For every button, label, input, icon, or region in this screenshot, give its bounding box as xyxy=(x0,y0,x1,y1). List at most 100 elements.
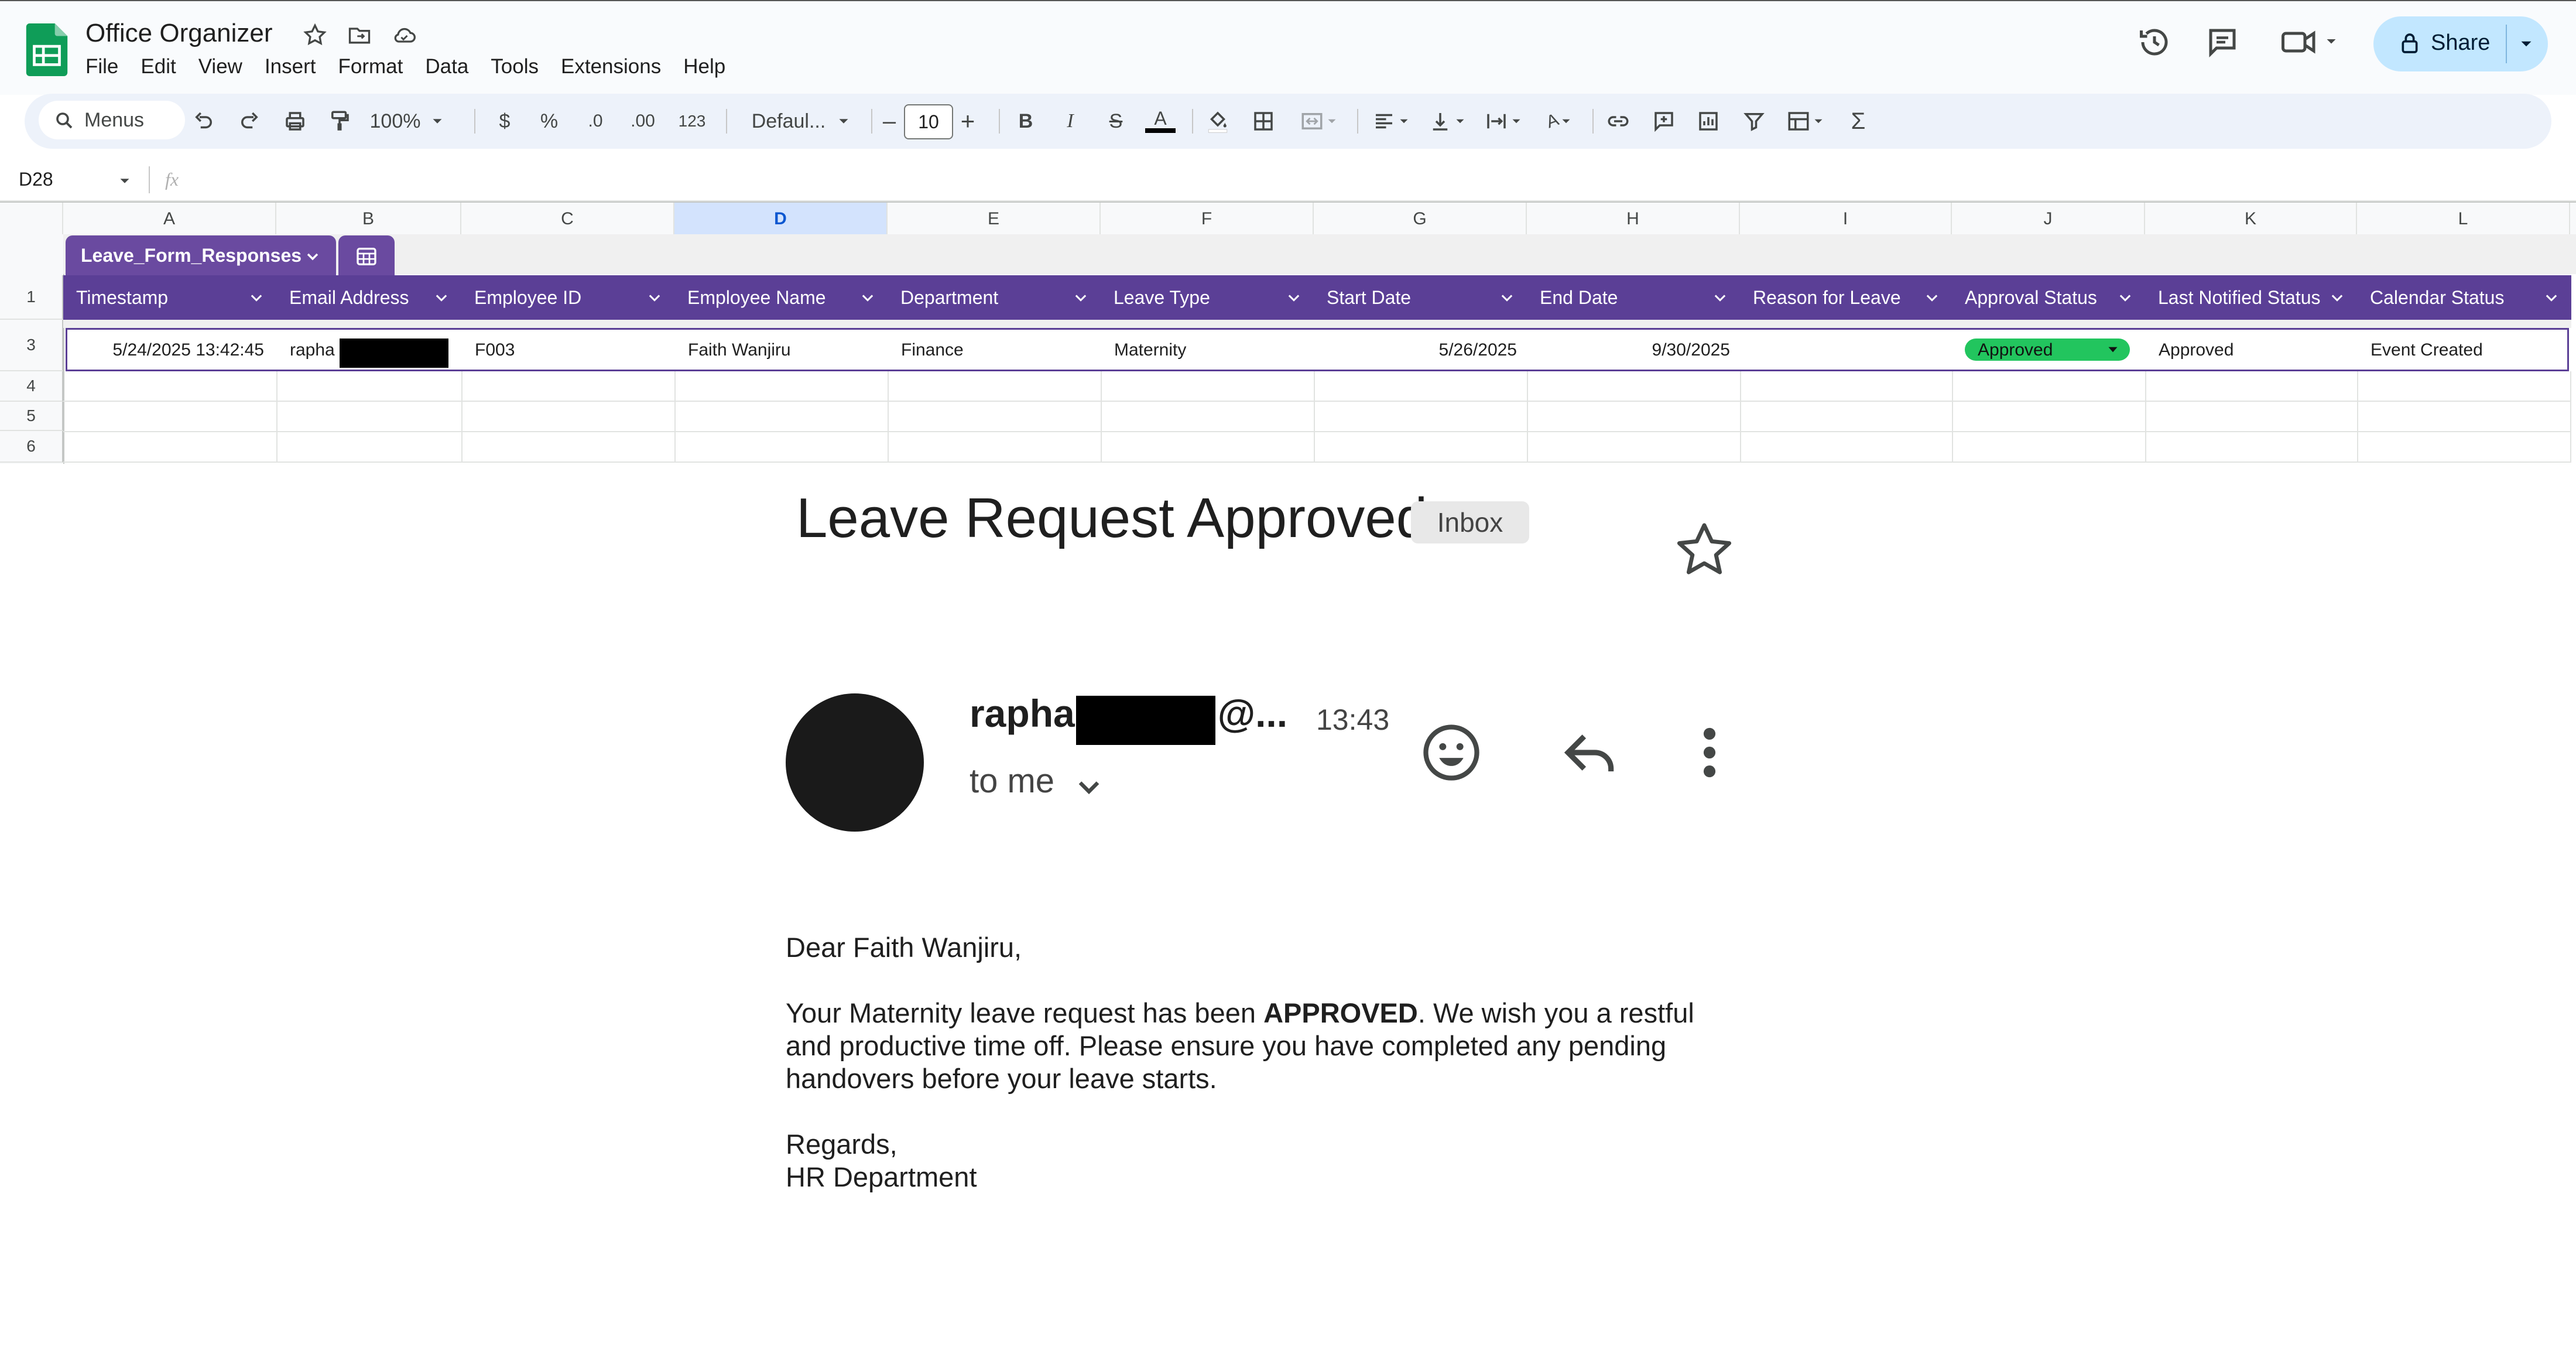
menu-edit[interactable]: Edit xyxy=(141,55,176,78)
menu-extensions[interactable]: Extensions xyxy=(561,55,661,78)
header-email-address[interactable]: Email Address xyxy=(276,275,461,320)
borders-button[interactable] xyxy=(1246,107,1281,136)
cell-end-date[interactable]: 9/30/2025 xyxy=(1529,330,1742,371)
name-box[interactable]: D28 xyxy=(19,169,53,190)
merge-cells-button[interactable] xyxy=(1290,107,1349,136)
chevron-down-icon[interactable] xyxy=(248,289,265,306)
horizontal-align-button[interactable] xyxy=(1365,107,1418,136)
menu-help[interactable]: Help xyxy=(683,55,725,78)
table-view-button[interactable] xyxy=(1780,107,1832,136)
cell-department[interactable]: Finance xyxy=(889,330,1102,371)
chevron-down-icon[interactable] xyxy=(1924,289,1940,306)
header-timestamp[interactable]: Timestamp xyxy=(63,275,276,320)
cloud-status-icon[interactable] xyxy=(391,22,417,48)
chevron-down-icon[interactable] xyxy=(433,289,450,306)
column-header-k[interactable]: K xyxy=(2145,203,2357,235)
sheets-logo-icon[interactable] xyxy=(26,23,68,76)
row-header-3[interactable]: 3 xyxy=(0,320,63,371)
functions-button[interactable]: Σ xyxy=(1841,107,1876,136)
reply-icon[interactable] xyxy=(1557,720,1622,785)
sender-avatar[interactable] xyxy=(786,693,924,832)
insert-chart-button[interactable] xyxy=(1691,107,1726,136)
cell-leave-type[interactable]: Maternity xyxy=(1102,330,1316,371)
version-history-icon[interactable] xyxy=(2137,25,2172,60)
increase-font-size-button[interactable]: + xyxy=(953,107,982,136)
cell-timestamp[interactable]: 5/24/2025 13:42:45 xyxy=(67,330,276,371)
menu-view[interactable]: View xyxy=(198,55,242,78)
vertical-align-button[interactable] xyxy=(1421,107,1474,136)
cell-reason-for-leave[interactable] xyxy=(1742,330,1954,371)
cell-employee-name[interactable]: Faith Wanjiru xyxy=(676,330,889,371)
star-icon[interactable] xyxy=(302,22,328,48)
header-department[interactable]: Department xyxy=(888,275,1101,320)
redo-button[interactable] xyxy=(232,107,267,136)
recipient-label[interactable]: to me xyxy=(970,761,1054,801)
meet-icon[interactable] xyxy=(2279,25,2343,60)
chevron-down-icon[interactable] xyxy=(116,172,133,190)
emoji-reaction-icon[interactable] xyxy=(1419,720,1484,785)
table-options-tab[interactable] xyxy=(338,235,395,275)
cell-calendar-status[interactable]: Event Created xyxy=(2359,330,2570,371)
header-approval-status[interactable]: Approval Status xyxy=(1952,275,2145,320)
chevron-down-icon[interactable] xyxy=(646,289,663,306)
column-header-f[interactable]: F xyxy=(1101,203,1314,235)
column-header-l[interactable]: L xyxy=(2357,203,2570,235)
menu-file[interactable]: File xyxy=(85,55,118,78)
number-format-button[interactable]: 123 xyxy=(669,107,715,136)
filter-button[interactable] xyxy=(1736,107,1772,136)
header-employee-id[interactable]: Employee ID xyxy=(461,275,674,320)
comments-icon[interactable] xyxy=(2205,25,2240,60)
chevron-down-icon[interactable] xyxy=(2117,289,2133,306)
header-end-date[interactable]: End Date xyxy=(1527,275,1740,320)
share-button[interactable]: Share xyxy=(2373,16,2548,71)
zoom-select[interactable]: 100% xyxy=(364,107,452,136)
column-header-a[interactable]: A xyxy=(63,203,276,235)
column-header-h[interactable]: H xyxy=(1527,203,1740,235)
paint-format-button[interactable] xyxy=(322,107,357,136)
column-header-i[interactable]: I xyxy=(1740,203,1952,235)
menu-insert[interactable]: Insert xyxy=(265,55,316,78)
undo-button[interactable] xyxy=(186,107,221,136)
chevron-down-icon[interactable] xyxy=(2329,289,2345,306)
increase-decimal-button[interactable]: .00 xyxy=(619,107,666,136)
percent-button[interactable]: % xyxy=(532,107,567,136)
chevron-down-icon[interactable] xyxy=(1071,770,1107,805)
star-icon[interactable] xyxy=(1672,518,1736,582)
chevron-down-icon[interactable] xyxy=(1073,289,1089,306)
column-header-d[interactable]: D xyxy=(674,203,888,235)
chevron-down-icon[interactable] xyxy=(1499,289,1515,306)
header-calendar-status[interactable]: Calendar Status xyxy=(2357,275,2571,320)
table-name-tab[interactable]: Leave_Form_Responses xyxy=(66,235,336,275)
cell-start-date[interactable]: 5/26/2025 xyxy=(1316,330,1529,371)
formula-input[interactable] xyxy=(199,162,2564,198)
decrease-font-size-button[interactable]: – xyxy=(875,107,904,136)
print-button[interactable] xyxy=(278,107,313,136)
font-select[interactable]: Defaul... xyxy=(732,107,872,136)
fill-color-button[interactable] xyxy=(1200,107,1235,136)
header-start-date[interactable]: Start Date xyxy=(1314,275,1527,320)
column-header-g[interactable]: G xyxy=(1314,203,1527,235)
text-wrapping-button[interactable] xyxy=(1478,107,1530,136)
row-header-1[interactable]: 1 xyxy=(0,275,63,320)
currency-button[interactable]: $ xyxy=(487,107,522,136)
share-dropdown-icon[interactable] xyxy=(2516,34,2536,54)
column-header-e[interactable]: E xyxy=(888,203,1101,235)
cell-last-notified-status[interactable]: Approved xyxy=(2147,330,2359,371)
text-color-button[interactable]: A xyxy=(1143,107,1178,136)
insert-link-button[interactable] xyxy=(1601,107,1636,136)
chevron-down-icon[interactable] xyxy=(2543,289,2560,306)
document-title[interactable]: Office Organizer xyxy=(85,19,273,48)
font-size-input[interactable]: 10 xyxy=(904,104,953,139)
more-options-icon[interactable] xyxy=(1680,720,1739,785)
cell-employee-id[interactable]: F003 xyxy=(463,330,676,371)
chevron-down-icon[interactable] xyxy=(303,247,322,266)
menu-format[interactable]: Format xyxy=(338,55,403,78)
chevron-down-icon[interactable] xyxy=(1286,289,1302,306)
chevron-down-icon[interactable] xyxy=(1712,289,1728,306)
select-all-corner[interactable] xyxy=(0,203,63,235)
menus-search[interactable]: Menus xyxy=(39,101,185,139)
text-rotation-button[interactable]: A xyxy=(1534,107,1587,136)
column-header-j[interactable]: J xyxy=(1952,203,2145,235)
move-folder-icon[interactable] xyxy=(347,22,372,48)
chevron-down-icon[interactable] xyxy=(859,289,876,306)
